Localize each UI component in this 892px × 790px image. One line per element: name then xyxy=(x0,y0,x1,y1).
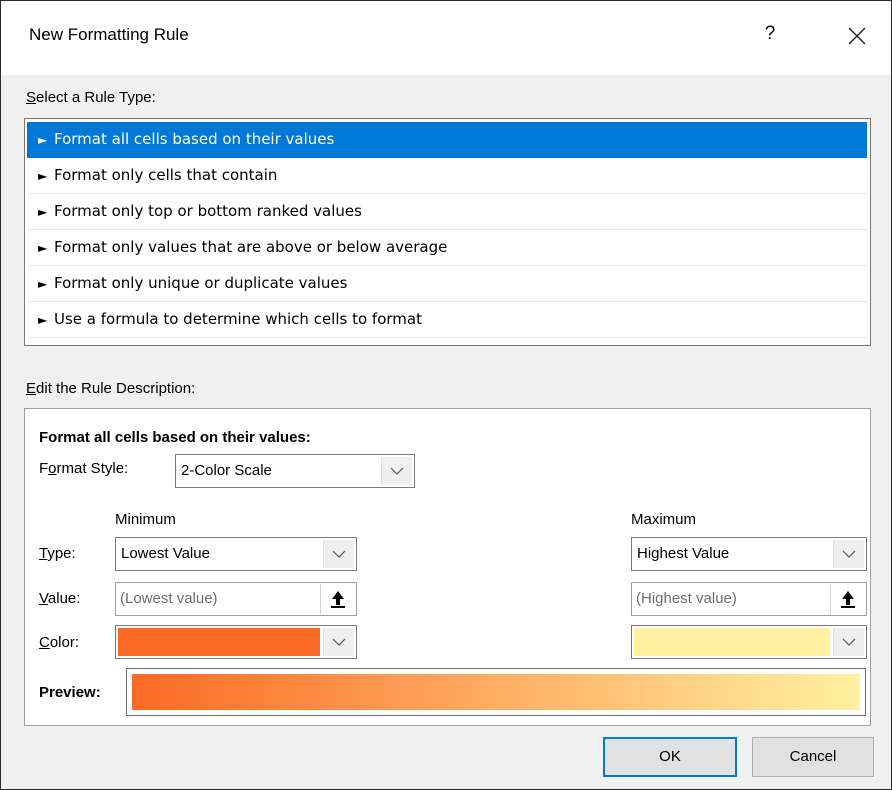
maximum-value-input[interactable]: (Highest value) xyxy=(631,582,867,616)
format-style-dropdown-button[interactable] xyxy=(381,457,412,485)
chevron-down-icon xyxy=(842,638,856,646)
arrow-icon: ► xyxy=(38,133,48,147)
rule-type-item-label: Format all cells based on their values xyxy=(54,130,335,148)
upload-arrow-icon xyxy=(841,591,855,608)
rule-type-item-label: Format only values that are above or bel… xyxy=(54,238,448,256)
maximum-color-swatch xyxy=(634,628,830,656)
preview-box xyxy=(126,668,866,716)
minimum-color-swatch xyxy=(118,628,320,656)
maximum-type-dropdown-button[interactable] xyxy=(833,540,864,568)
minimum-type-dropdown-button[interactable] xyxy=(323,540,354,568)
chevron-down-icon xyxy=(332,638,346,646)
title-bar: New Formatting Rule ? xyxy=(1,1,891,75)
format-style-label: Format Style: xyxy=(39,460,129,477)
minimum-value-picker-button[interactable] xyxy=(320,584,355,614)
chevron-down-icon xyxy=(390,467,404,475)
rule-type-item-label: Format only cells that contain xyxy=(54,166,278,184)
minimum-value-placeholder: (Lowest value) xyxy=(120,590,218,607)
preview-gradient xyxy=(132,674,860,710)
rule-description-label: Edit the Rule Description: xyxy=(26,380,196,397)
rule-type-item-label: Format only unique or duplicate values xyxy=(54,274,348,292)
minimum-color-dropdown-button[interactable] xyxy=(323,628,354,656)
rule-type-label: Select a Rule Type: xyxy=(26,89,156,106)
maximum-type-dropdown[interactable]: Highest Value xyxy=(631,537,867,571)
new-formatting-rule-dialog: New Formatting Rule ? Select a Rule Type… xyxy=(0,0,892,790)
format-style-dropdown[interactable]: 2-Color Scale xyxy=(175,454,415,488)
rule-type-item[interactable]: ► Use a formula to determine which cells … xyxy=(27,302,867,338)
rule-type-item[interactable]: ► Format all cells based on their values xyxy=(27,122,867,158)
maximum-type-value: Highest Value xyxy=(637,545,730,562)
help-button[interactable]: ? xyxy=(755,19,785,49)
type-label: Type: xyxy=(39,545,76,562)
rule-description-panel: Format all cells based on their values: … xyxy=(24,408,871,726)
arrow-icon: ► xyxy=(38,277,48,291)
rule-type-item[interactable]: ► Format only top or bottom ranked values xyxy=(27,194,867,230)
upload-arrow-icon xyxy=(331,591,345,608)
rule-type-item[interactable]: ► Format only values that are above or be… xyxy=(27,230,867,266)
value-label: Value: xyxy=(39,590,81,607)
arrow-icon: ► xyxy=(38,169,48,183)
format-style-value: 2-Color Scale xyxy=(181,462,272,479)
minimum-value-input[interactable]: (Lowest value) xyxy=(115,582,357,616)
color-label: Color: xyxy=(39,634,80,651)
minimum-header: Minimum xyxy=(115,511,176,528)
cancel-button[interactable]: Cancel xyxy=(752,737,874,777)
arrow-icon: ► xyxy=(38,241,48,255)
rule-type-item[interactable]: ► Format only cells that contain xyxy=(27,158,867,194)
preview-label: Preview: xyxy=(39,684,101,701)
minimum-color-dropdown[interactable] xyxy=(115,625,357,659)
rule-type-item-label: Use a formula to determine which cells t… xyxy=(54,310,422,328)
rule-type-list[interactable]: ► Format all cells based on their values ►… xyxy=(24,118,871,346)
rule-type-item[interactable]: ► Format only unique or duplicate values xyxy=(27,266,867,302)
arrow-icon: ► xyxy=(38,313,48,327)
description-heading: Format all cells based on their values: xyxy=(39,429,311,446)
dialog-title: New Formatting Rule xyxy=(29,25,189,44)
ok-button[interactable]: OK xyxy=(603,737,737,777)
maximum-value-picker-button[interactable] xyxy=(830,584,865,614)
maximum-value-placeholder: (Highest value) xyxy=(636,590,737,607)
chevron-down-icon xyxy=(332,550,346,558)
close-button[interactable] xyxy=(839,19,875,53)
maximum-color-dropdown[interactable] xyxy=(631,625,867,659)
arrow-icon: ► xyxy=(38,205,48,219)
maximum-color-dropdown-button[interactable] xyxy=(833,628,864,656)
rule-type-item-label: Format only top or bottom ranked values xyxy=(54,202,362,220)
chevron-down-icon xyxy=(842,550,856,558)
maximum-header: Maximum xyxy=(631,511,697,528)
minimum-type-value: Lowest Value xyxy=(121,545,210,562)
minimum-type-dropdown[interactable]: Lowest Value xyxy=(115,537,357,571)
close-icon xyxy=(848,27,866,45)
